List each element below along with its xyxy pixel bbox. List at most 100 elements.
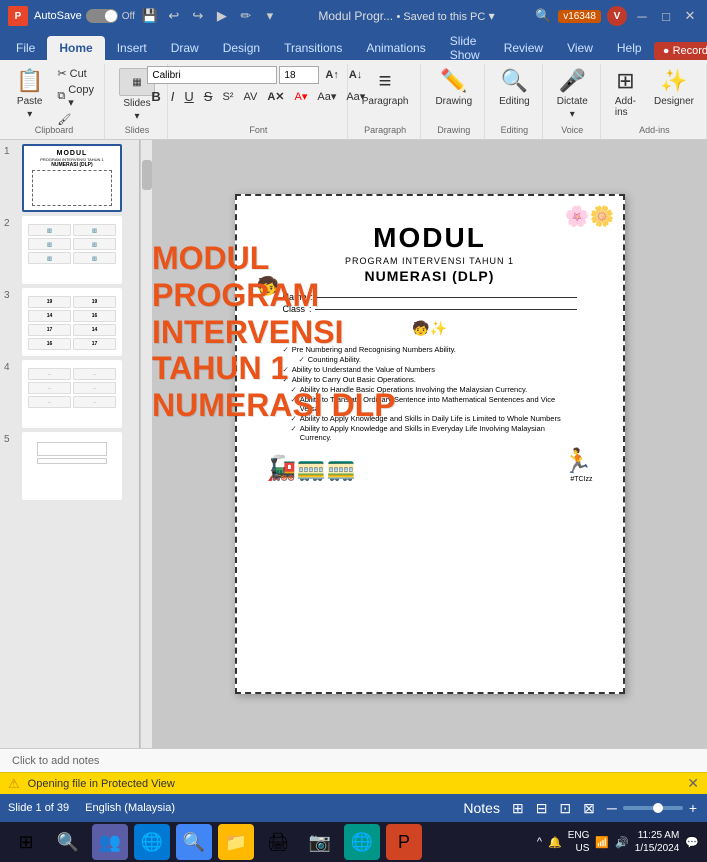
taskbar-expand-icon[interactable]: ^ [537,836,542,848]
shadow-button[interactable]: S² [218,90,237,104]
present-icon[interactable]: ▶ [213,7,231,25]
copy-button[interactable]: ⧉ Copy ▾ [53,83,98,110]
main-slide[interactable]: 🌸🌼 🧒 MODUL PROGRAM INTERVENSI TAHUN 1 NU… [235,194,625,694]
slide-thumb-2[interactable]: 2 🔢 🔢 🔢 🔢 🔢 🔢 [4,216,135,284]
close-icon[interactable]: ✕ [681,7,699,25]
taskbar-teams[interactable]: 👥 [92,824,128,860]
addins-button[interactable]: ⊞ Add-ins [609,66,642,120]
tab-draw[interactable]: Draw [159,36,211,60]
slide-checklist: ✓ Pre Numbering and Recognising Numbers … [282,345,576,443]
slide-thumb-5[interactable]: 5 [4,432,135,500]
italic-button[interactable]: I [167,88,179,105]
slide-preview-4[interactable]: ·· ·· ·· ·· ·· ·· [22,360,122,428]
taskbar-wifi-icon[interactable]: 📶 [595,836,609,849]
font-grow-button[interactable]: A↑ [321,68,342,82]
underline-button[interactable]: U [180,88,197,105]
zoom-in-button[interactable]: + [687,798,699,818]
taskbar-chrome[interactable]: 🔍 [176,824,212,860]
tab-transitions[interactable]: Transitions [272,36,354,60]
taskbar-right: ^ 🔔 ENGUS 📶 🔊 11:25 AM1/15/2024 💬 [537,829,699,855]
char-spacing-button[interactable]: AV [239,90,261,104]
save-icon[interactable]: 💾 [141,7,159,25]
paste-button[interactable]: 📋 Paste▾ [10,66,49,122]
taskbar-edge[interactable]: 🌐 [134,824,170,860]
tab-slideshow[interactable]: Slide Show [438,36,492,60]
paste-icon: 📋 [16,68,43,94]
taskbar-folder[interactable]: 📁 [218,824,254,860]
start-button[interactable]: ⊞ [8,824,44,860]
slide-sorter-button[interactable]: ⊟ [534,798,550,819]
tab-help[interactable]: Help [605,36,654,60]
taskbar-globe[interactable]: 🌐 [344,824,380,860]
taskbar-printer[interactable]: 🖨 [260,824,296,860]
slides-label: Slides [125,125,150,135]
status-right: Notes ⊞ ⊟ ⊡ ⊠ ─ + [461,798,699,819]
taskbar-language[interactable]: ENGUS [568,829,590,855]
tab-design[interactable]: Design [211,36,272,60]
tab-insert[interactable]: Insert [105,36,159,60]
search-icon[interactable]: 🔍 [534,7,552,25]
dictate-button[interactable]: 🎤 Dictate▾ [551,66,594,122]
slide-thumb-3[interactable]: 3 19 19 14 16 17 14 16 17 [4,288,135,356]
taskbar-clock: 11:25 AM1/15/2024 [635,829,680,855]
editing-button[interactable]: 🔍 Editing [493,66,536,109]
dropdown-icon[interactable]: ▾ [261,7,279,25]
autosave-toggle[interactable] [86,9,118,23]
notes-bar[interactable]: Click to add notes [0,748,707,772]
tab-view[interactable]: View [555,36,605,60]
tab-file[interactable]: File [4,36,47,60]
class-field-line [315,309,576,310]
undo-icon[interactable]: ↩ [165,7,183,25]
paragraph-button[interactable]: ≡ Paragraph [356,66,415,109]
record-button[interactable]: ⏺ Record [654,42,707,60]
taskbar-notification-icon[interactable]: 🔔 [548,836,562,849]
taskbar-powerpoint[interactable]: P [386,824,422,860]
designer-button[interactable]: ✨ Designer [648,66,700,109]
scrollbar-thumb[interactable] [142,160,152,190]
slide-title: MODUL [373,222,486,254]
slide-thumb-1[interactable]: 1 MODUL PROGRAM INTERVENSI TAHUN 1 NUMER… [4,144,135,212]
slide-preview-3[interactable]: 19 19 14 16 17 14 16 17 [22,288,122,356]
notes-placeholder: Click to add notes [12,755,99,767]
slide-thumb-4[interactable]: 4 ·· ·· ·· ·· ·· ·· [4,360,135,428]
zoom-knob[interactable] [653,803,663,813]
font-color-button[interactable]: A▾ [291,89,312,104]
user-avatar[interactable]: V [607,6,627,26]
drawing-button[interactable]: ✏️ Drawing [429,66,478,109]
strikethrough-button[interactable]: S [200,88,217,105]
redo-icon[interactable]: ↪ [189,7,207,25]
maximize-icon[interactable]: □ [657,7,675,25]
slide-preview-1[interactable]: MODUL PROGRAM INTERVENSI TAHUN 1 NUMERAS… [22,144,122,212]
taskbar-notifications-button[interactable]: 💬 [685,836,699,849]
slide-preview-5[interactable] [22,432,122,500]
close-protected-button[interactable]: ✕ [687,775,699,792]
reading-view-button[interactable]: ⊡ [557,798,573,819]
notes-view-button[interactable]: Notes [461,798,502,818]
bold-button[interactable]: B [147,88,164,105]
taskbar-search[interactable]: 🔍 [50,824,86,860]
slide-panel-scrollbar[interactable] [140,140,152,748]
tab-animations[interactable]: Animations [354,36,437,60]
zoom-slider[interactable] [623,806,683,810]
zoom-out-button[interactable]: ─ [605,798,619,818]
slide-preview-2[interactable]: 🔢 🔢 🔢 🔢 🔢 🔢 [22,216,122,284]
clear-format-button[interactable]: A✕ [263,89,288,104]
zoom-area: ─ + [605,798,699,818]
drawing-icon: ✏️ [440,68,467,94]
cut-button[interactable]: ✂ Cut [53,66,98,81]
warning-icon: ⚠ [8,776,20,792]
normal-view-button[interactable]: ⊞ [510,798,526,819]
font-name-input[interactable] [147,66,277,84]
font-size-input[interactable] [279,66,319,84]
tab-home[interactable]: Home [47,36,104,60]
taskbar-volume-icon[interactable]: 🔊 [615,836,629,849]
slideshow-view-button[interactable]: ⊠ [581,798,597,819]
check-item-2: ✓ Counting Ability. [282,355,576,364]
tab-review[interactable]: Review [492,36,555,60]
check-item-3: ✓ Ability to Understand the Value of Num… [282,365,576,374]
font-label: Font [249,125,267,135]
taskbar-camera[interactable]: 📷 [302,824,338,860]
more-tools-icon[interactable]: ✏ [237,7,255,25]
text-highlight-button[interactable]: Aa▾ [313,89,340,104]
minimize-icon[interactable]: ─ [633,7,651,25]
